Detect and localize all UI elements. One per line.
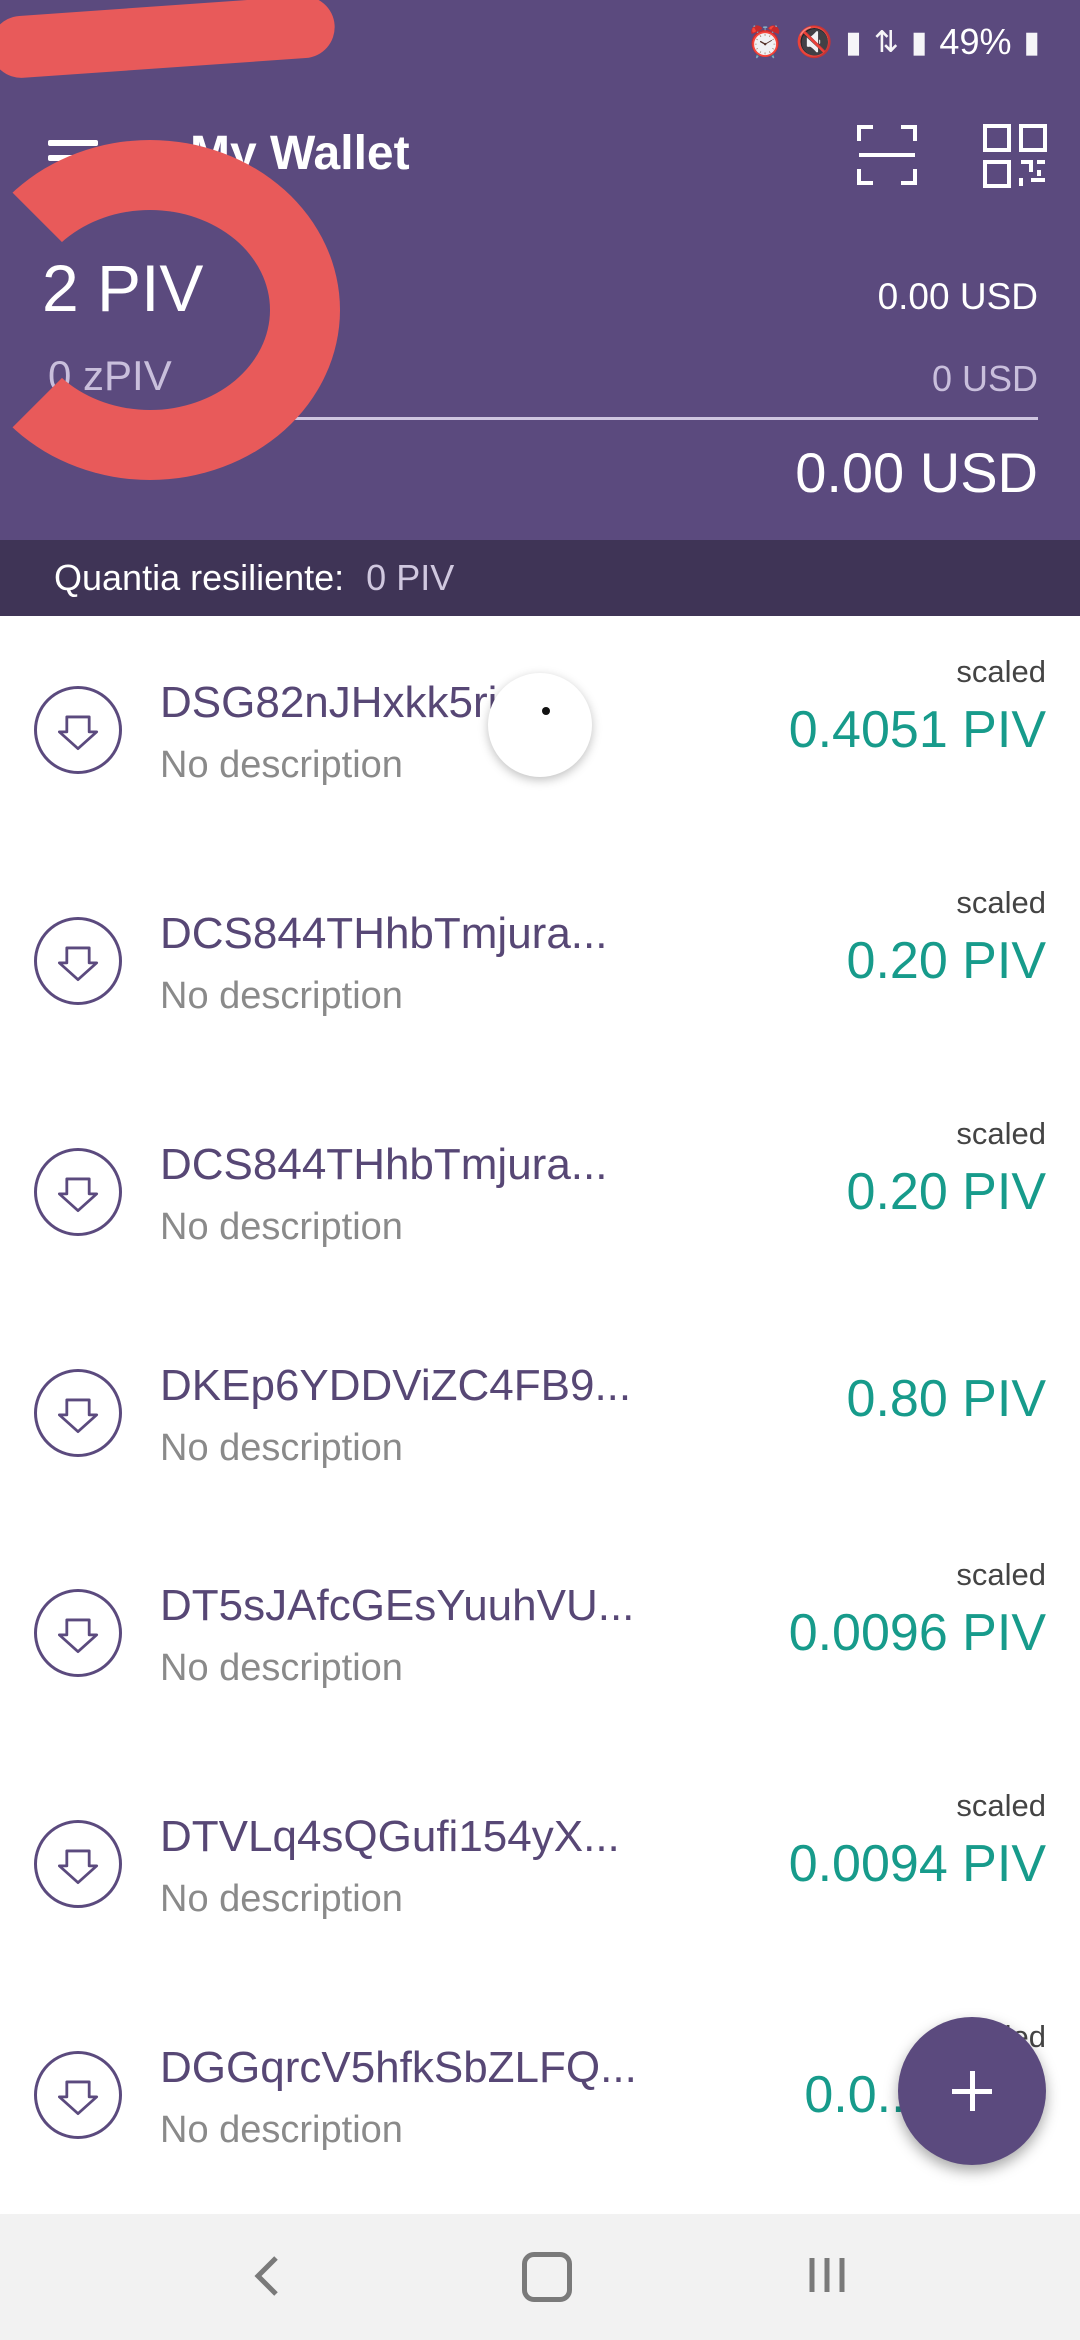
transaction-tag: scaled xyxy=(956,1788,1046,1823)
transaction-description: No description xyxy=(160,1206,403,1248)
scan-icon[interactable] xyxy=(855,123,919,187)
transaction-row[interactable]: DT5sJAfcGEsYuuhVU... No description scal… xyxy=(0,1519,1080,1750)
add-button[interactable] xyxy=(898,2017,1046,2165)
redaction-mark xyxy=(0,0,337,80)
transaction-row[interactable]: DCS844THhbTmjura... No description scale… xyxy=(0,1078,1080,1309)
receive-icon xyxy=(34,917,122,1005)
battery-icon: ▮ xyxy=(1023,25,1040,59)
transaction-address: DGGqrcV5hfkSbZLFQ... xyxy=(160,2043,637,2092)
resilient-bar: Quantia resiliente: 0 PIV xyxy=(0,540,1080,616)
receive-icon xyxy=(34,1148,122,1236)
transaction-tag: scaled xyxy=(956,885,1046,920)
zpiv-balance-usd: 0 USD xyxy=(931,358,1038,399)
network-4g-icon: ⇅ xyxy=(873,25,899,59)
transaction-amount: 0.80 PIV xyxy=(846,1370,1046,1428)
transaction-address: DSG82nJHxkk5ri... xyxy=(160,678,535,727)
transaction-row[interactable]: DCS844THhbTmjura... No description scale… xyxy=(0,847,1080,1078)
transaction-description: No description xyxy=(160,1878,403,1920)
home-icon[interactable] xyxy=(522,2252,572,2302)
resilient-label: Quantia resiliente: xyxy=(54,557,345,598)
transaction-address: DT5sJAfcGEsYuuhVU... xyxy=(160,1581,635,1630)
transaction-amount: 0.20 PIV xyxy=(846,932,1046,990)
transaction-amount: 0.20 PIV xyxy=(846,1163,1046,1221)
touch-indicator xyxy=(488,673,592,777)
transaction-address: DKEp6YDDViZC4FB9... xyxy=(160,1361,632,1410)
receive-icon xyxy=(34,1369,122,1457)
status-bar: ⏰ 🔇 ▮ ⇅ ▮ 49% ▮ xyxy=(747,14,1040,70)
transaction-tag: scaled xyxy=(956,1557,1046,1592)
receive-icon xyxy=(34,2051,122,2139)
system-navbar xyxy=(0,2214,1080,2340)
transaction-tag: scaled xyxy=(956,1116,1046,1151)
transaction-description: No description xyxy=(160,2109,403,2151)
transaction-description: No description xyxy=(160,1647,403,1689)
transaction-list: DSG82nJHxkk5ri... No description scaled … xyxy=(0,616,1080,2212)
signal-icon-2: ▮ xyxy=(910,25,928,59)
transaction-address: DCS844THhbTmjura... xyxy=(160,1140,608,1189)
transaction-description: No description xyxy=(160,975,403,1017)
piv-balance-usd: 0.00 USD xyxy=(877,276,1038,317)
resilient-value: 0 PIV xyxy=(366,557,455,598)
alarm-icon: ⏰ xyxy=(746,25,784,59)
back-icon[interactable] xyxy=(248,2254,288,2298)
battery-percent: 49% xyxy=(939,21,1012,62)
recent-apps-icon[interactable] xyxy=(806,2254,848,2296)
wallet-header: ⏰ 🔇 ▮ ⇅ ▮ 49% ▮ My Wallet 2 PIV 0.00 USD… xyxy=(0,0,1080,540)
transaction-amount: 0.0094 PIV xyxy=(788,1835,1046,1893)
transaction-description: No description xyxy=(160,744,403,786)
receive-icon xyxy=(34,1820,122,1908)
transaction-row[interactable]: DTVLq4sQGufi154yX... No description scal… xyxy=(0,1750,1080,1981)
transaction-address: DTVLq4sQGufi154yX... xyxy=(160,1812,620,1861)
transaction-address: DCS844THhbTmjura... xyxy=(160,909,608,958)
signal-icon: ▮ xyxy=(845,25,862,59)
transaction-amount: 0.0096 PIV xyxy=(788,1604,1046,1662)
transaction-row[interactable]: DKEp6YDDViZC4FB9... No description 0.80 … xyxy=(0,1309,1080,1519)
receive-icon xyxy=(34,686,122,774)
transaction-amount: 0.4051 PIV xyxy=(788,701,1046,759)
receive-icon xyxy=(34,1589,122,1677)
transaction-description: No description xyxy=(160,1427,403,1469)
mute-icon: 🔇 xyxy=(795,25,834,59)
qr-code-icon[interactable] xyxy=(982,123,1048,189)
transaction-tag: scaled xyxy=(956,654,1046,689)
total-balance-usd: 0.00 USD xyxy=(795,441,1038,504)
